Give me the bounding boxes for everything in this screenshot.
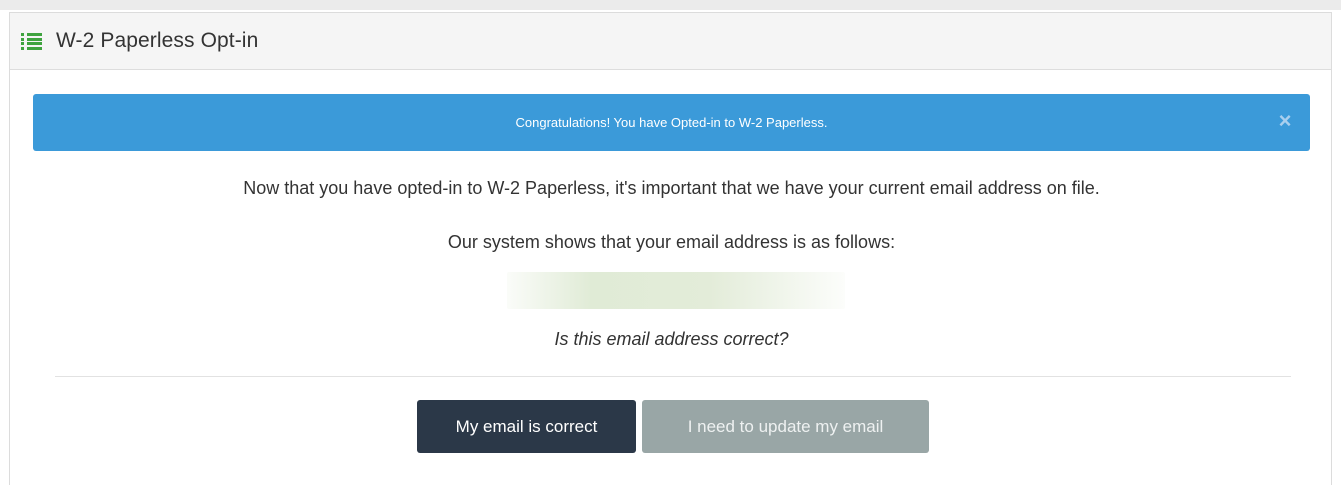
divider [55,376,1291,377]
close-icon[interactable]: × [1275,110,1295,132]
email-address-value [507,272,845,309]
opt-in-info-text: Now that you have opted-in to W-2 Paperl… [243,178,1100,198]
email-correct-button[interactable]: My email is correct [417,400,636,453]
email-confirm-question: Is this email address correct? [554,329,789,349]
update-email-button[interactable]: I need to update my email [642,400,929,453]
list-icon [21,33,42,50]
panel-title: W-2 Paperless Opt-in [56,29,259,52]
top-strip [0,0,1341,10]
success-alert: Congratulations! You have Opted-in to W-… [33,94,1310,151]
alert-message: Congratulations! You have Opted-in to W-… [515,115,828,130]
email-intro-text: Our system shows that your email address… [447,232,896,252]
panel-header: W-2 Paperless Opt-in [10,13,1331,70]
page: W-2 Paperless Opt-in Congratulations! Yo… [0,0,1341,485]
opt-in-panel: W-2 Paperless Opt-in Congratulations! Yo… [9,12,1332,485]
